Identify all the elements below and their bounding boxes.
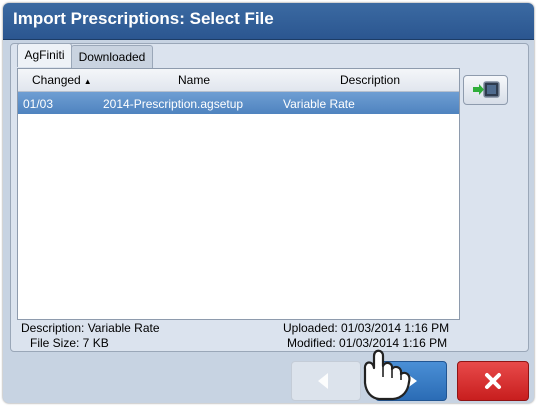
row-description: Variable Rate <box>283 97 355 111</box>
selected-file-size: File Size: 7 KB <box>30 336 109 350</box>
title-bar: Import Prescriptions: Select File <box>3 3 534 40</box>
row-changed: 01/03 <box>23 97 54 111</box>
column-header-name[interactable]: Name <box>178 73 210 87</box>
back-button[interactable] <box>291 361 361 401</box>
cancel-button[interactable] <box>457 361 529 401</box>
file-browser-panel: AgFiniti Downloaded Changed ▲ Name Descri… <box>10 43 529 352</box>
row-name: 2014-Prescription.agsetup <box>103 97 244 111</box>
file-list-header: Changed ▲ Name Description <box>18 69 459 92</box>
import-to-display-button[interactable] <box>463 75 508 105</box>
import-prescriptions-dialog: Import Prescriptions: Select File AgFini… <box>3 3 534 403</box>
pointing-hand-icon <box>363 349 411 401</box>
sort-ascending-icon: ▲ <box>83 77 92 86</box>
tab-agfiniti[interactable]: AgFiniti <box>17 43 72 67</box>
import-arrow-icon <box>473 81 500 98</box>
table-row[interactable]: 01/03 2014-Prescription.agsetup Variable… <box>18 92 459 114</box>
selected-file-uploaded: Uploaded: 01/03/2014 1:16 PM <box>283 321 450 335</box>
column-header-changed[interactable]: Changed ▲ <box>32 73 92 87</box>
column-header-changed-label: Changed <box>32 73 81 87</box>
arrow-left-icon <box>318 373 328 389</box>
file-list[interactable]: Changed ▲ Name Description 01/03 2014-Pre… <box>17 68 460 320</box>
column-header-description[interactable]: Description <box>340 73 400 87</box>
close-x-icon <box>485 373 501 389</box>
selected-file-description: Description: Variable Rate <box>21 321 160 335</box>
dialog-title: Import Prescriptions: Select File <box>13 9 274 28</box>
tab-downloaded[interactable]: Downloaded <box>71 45 153 68</box>
button-bar <box>3 355 534 403</box>
